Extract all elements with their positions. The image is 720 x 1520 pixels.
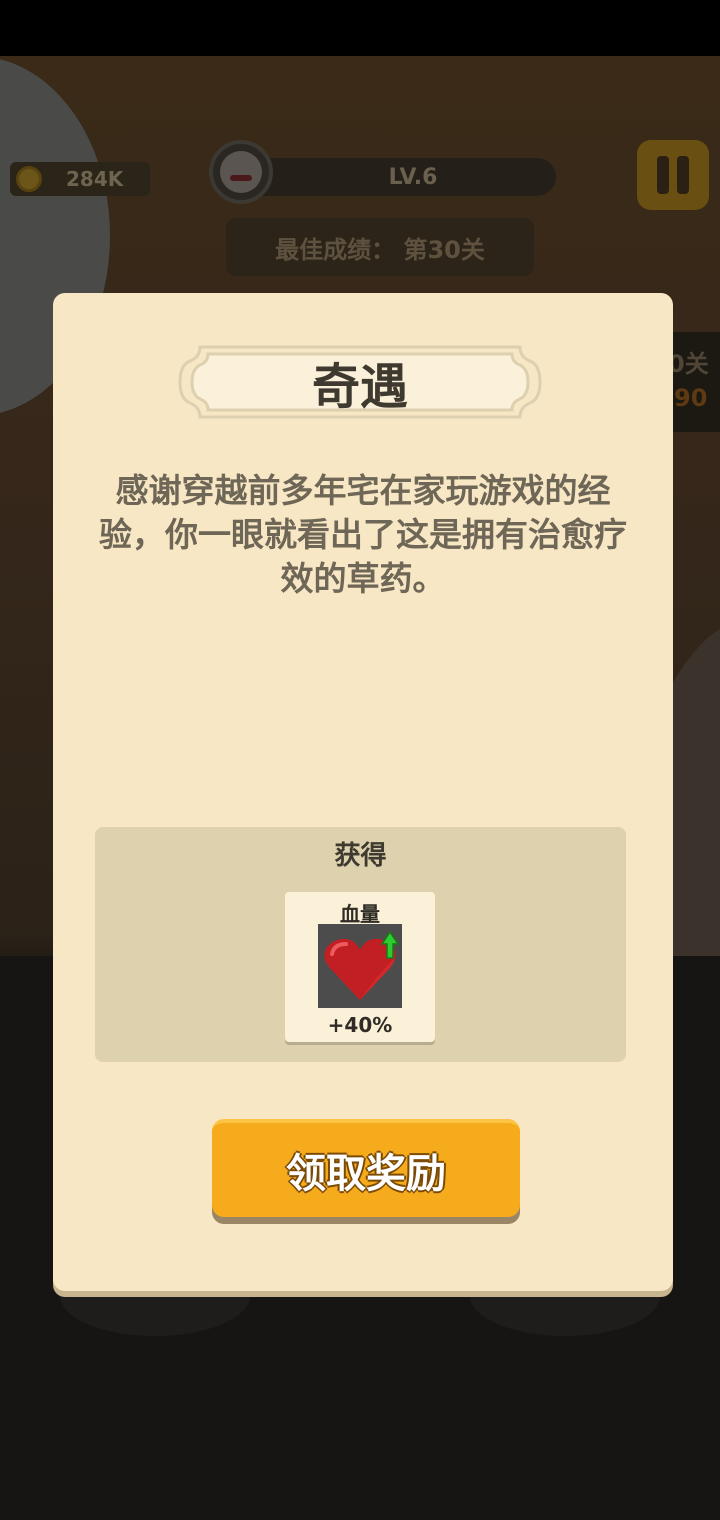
level-label: LV.6 <box>388 164 438 190</box>
reward-card: 血量 +40% <box>285 892 435 1042</box>
encounter-message: 感谢穿越前多年宅在家玩游戏的经验，你一眼就看出了这是拥有治愈疗效的草药。 <box>99 471 627 598</box>
coin-icon <box>16 166 42 192</box>
player-avatar <box>209 140 273 204</box>
coin-value: 284K <box>66 167 124 191</box>
best-score-text: 最佳成绩： 第30关 <box>275 235 485 264</box>
reward-name: 血量 <box>340 902 380 926</box>
coin-counter: 284K <box>10 162 150 196</box>
pause-icon <box>657 156 669 194</box>
heart-icon <box>318 924 402 1008</box>
avatar-face-icon <box>220 151 262 193</box>
claim-reward-button[interactable]: 领取奖励 <box>212 1119 520 1217</box>
level-bar: LV.6 <box>240 158 556 196</box>
pause-button[interactable] <box>637 140 709 210</box>
side-level-sub: 90 <box>674 384 708 412</box>
reward-panel: 获得 血量 +40% <box>95 827 626 1062</box>
title-frame: 奇遇 <box>178 343 542 421</box>
side-level-text: 0关 <box>668 350 709 378</box>
status-bar <box>0 0 720 56</box>
encounter-dialog: 奇遇 感谢穿越前多年宅在家玩游戏的经验，你一眼就看出了这是拥有治愈疗效的草药。 … <box>53 293 673 1291</box>
pause-icon-bar <box>677 156 689 194</box>
reward-value: +40% <box>327 1013 393 1037</box>
best-score-badge: 最佳成绩： 第30关 <box>226 218 534 276</box>
dialog-title: 奇遇 <box>311 359 408 415</box>
claim-reward-label: 领取奖励 <box>286 1151 446 1197</box>
reward-header: 获得 <box>334 841 387 871</box>
